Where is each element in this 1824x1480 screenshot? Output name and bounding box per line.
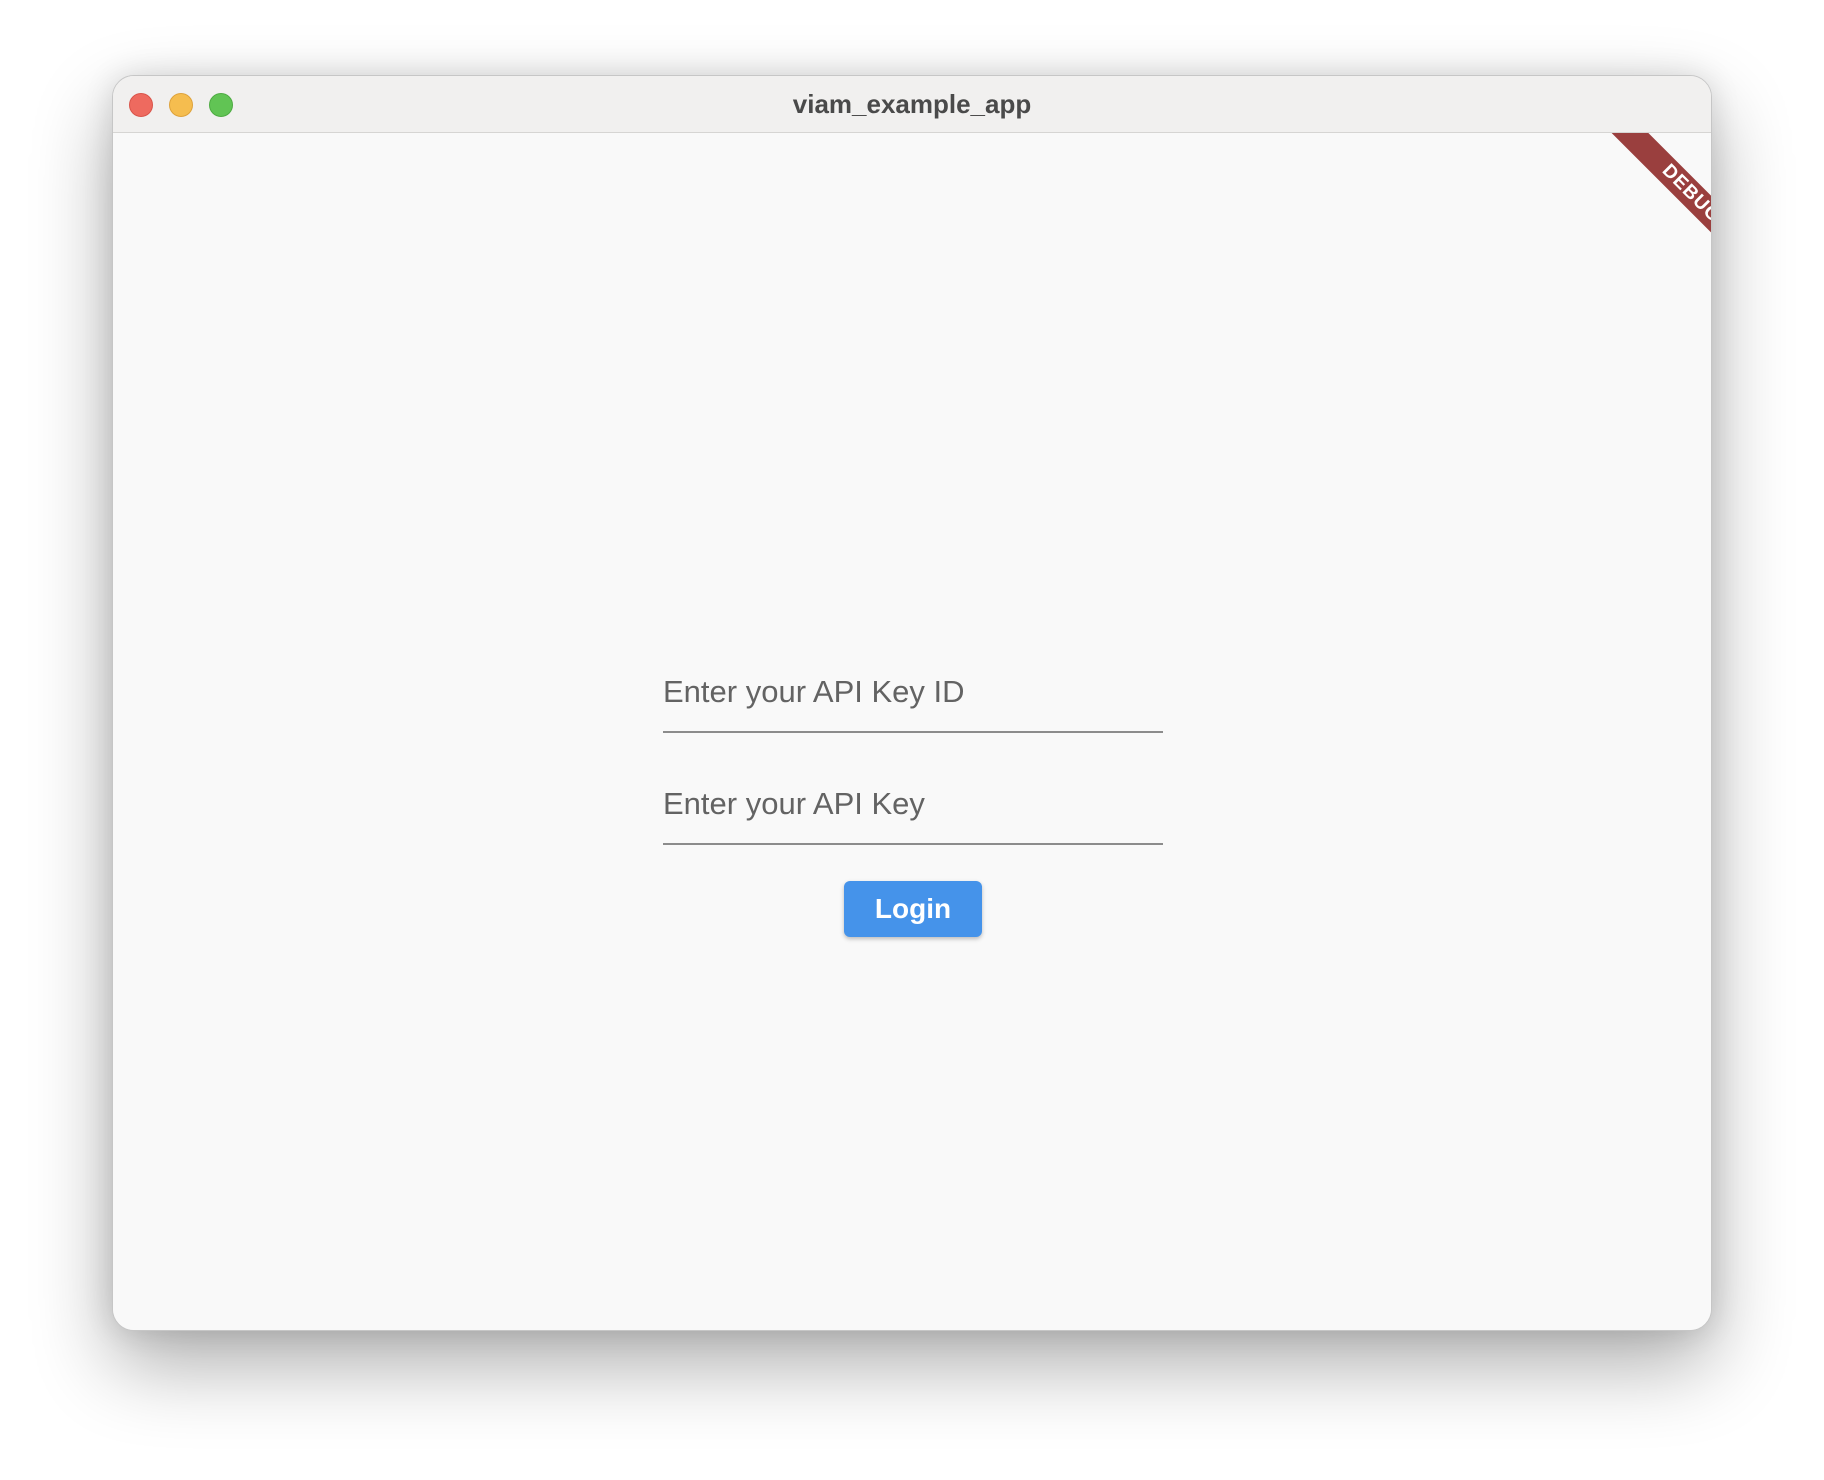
app-window: viam_example_app Login DEBUG — [112, 75, 1712, 1331]
window-title: viam_example_app — [792, 89, 1032, 119]
login-button[interactable]: Login — [844, 881, 982, 937]
api-key-input[interactable] — [663, 765, 1163, 843]
title-bar[interactable]: viam_example_app — [113, 76, 1711, 133]
api-key-id-field — [663, 653, 1163, 733]
api-key-id-input[interactable] — [663, 653, 1163, 731]
login-page: Login — [113, 133, 1711, 1330]
debug-banner: DEBUG — [1611, 133, 1711, 245]
debug-banner-corner: DEBUG — [1601, 133, 1711, 245]
api-key-field — [663, 765, 1163, 845]
